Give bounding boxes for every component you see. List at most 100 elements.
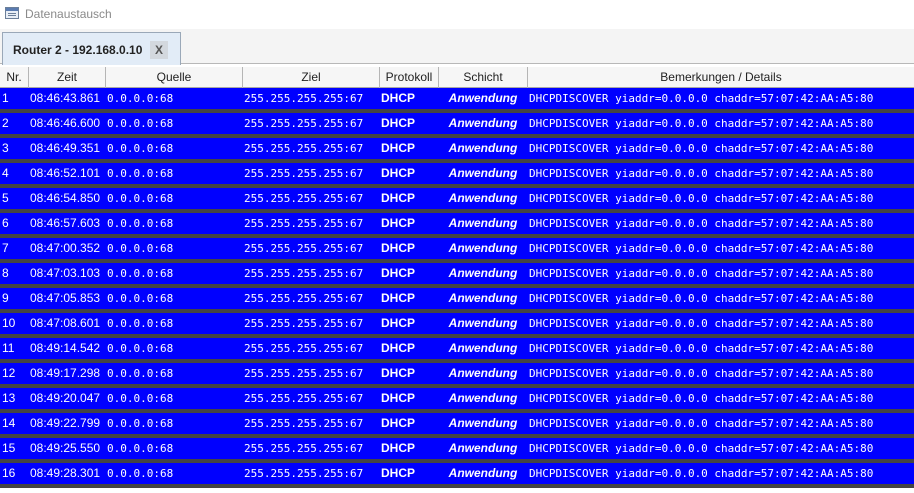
cell-zeit: 08:47:05.853 (30, 291, 101, 305)
cell-nr: 2 (2, 116, 9, 130)
cell-schicht: Anwendung (448, 316, 518, 330)
cell-protokoll: DHCP (381, 266, 416, 280)
table-row[interactable]: 12 08:49:17.298 0.0.0.0:68 255.255.255.255:… (0, 363, 914, 388)
cell-details: DHCPDISCOVER yiaddr=0.0.0.0 chaddr=57:07… (529, 342, 874, 355)
cell-details: DHCPDISCOVER yiaddr=0.0.0.0 chaddr=57:07… (529, 317, 874, 330)
cell-schicht: Anwendung (448, 266, 518, 280)
cell-nr: 12 (2, 366, 16, 380)
cell-nr: 3 (2, 141, 9, 155)
cell-protokoll: DHCP (381, 366, 416, 380)
cell-zeit: 08:46:54.850 (30, 191, 101, 205)
cell-quelle: 0.0.0.0:68 (107, 292, 174, 305)
cell-quelle: 0.0.0.0:68 (107, 117, 174, 130)
cell-zeit: 08:46:49.351 (30, 141, 101, 155)
table-header: Nr. Zeit Quelle Ziel Protokoll Schicht B… (0, 67, 914, 88)
cell-ziel: 255.255.255.255:67 (244, 342, 364, 355)
cell-ziel: 255.255.255.255:67 (244, 117, 364, 130)
cell-nr: 1 (2, 91, 9, 105)
close-tab-button[interactable]: X (150, 41, 168, 59)
cell-nr: 11 (2, 341, 15, 355)
column-header-details[interactable]: Bemerkungen / Details (528, 67, 914, 88)
column-header-zeit[interactable]: Zeit (29, 67, 106, 88)
cell-details: DHCPDISCOVER yiaddr=0.0.0.0 chaddr=57:07… (529, 117, 874, 130)
tab-router-2[interactable]: Router 2 - 192.168.0.10 X (2, 32, 181, 65)
cell-nr: 8 (2, 266, 9, 280)
table-row[interactable]: 2 08:46:46.600 0.0.0.0:68 255.255.255.255:6… (0, 113, 914, 138)
cell-schicht: Anwendung (448, 291, 518, 305)
cell-zeit: 08:46:57.603 (30, 216, 101, 230)
table-row[interactable]: 13 08:49:20.047 0.0.0.0:68 255.255.255.255:… (0, 388, 914, 413)
cell-protokoll: DHCP (381, 291, 416, 305)
table-body: 1 08:46:43.861 0.0.0.0:68 255.255.255.255:6… (0, 88, 914, 488)
table-row[interactable]: 3 08:46:49.351 0.0.0.0:68 255.255.255.255:6… (0, 138, 914, 163)
cell-nr: 16 (2, 466, 16, 480)
cell-protokoll: DHCP (381, 466, 416, 480)
table-row[interactable]: 11 08:49:14.542 0.0.0.0:68 255.255.255.255:… (0, 338, 914, 363)
cell-nr: 10 (2, 316, 16, 330)
column-header-nr[interactable]: Nr. (0, 67, 29, 88)
cell-ziel: 255.255.255.255:67 (244, 167, 364, 180)
cell-details: DHCPDISCOVER yiaddr=0.0.0.0 chaddr=57:07… (529, 442, 874, 455)
cell-zeit: 08:47:00.352 (30, 241, 101, 255)
cell-schicht: Anwendung (448, 141, 518, 155)
cell-ziel: 255.255.255.255:67 (244, 442, 364, 455)
cell-zeit: 08:49:17.298 (30, 366, 101, 380)
cell-schicht: Anwendung (448, 441, 518, 455)
cell-protokoll: DHCP (381, 391, 416, 405)
cell-details: DHCPDISCOVER yiaddr=0.0.0.0 chaddr=57:07… (529, 217, 874, 230)
cell-protokoll: DHCP (381, 91, 416, 105)
cell-ziel: 255.255.255.255:67 (244, 217, 364, 230)
column-header-ziel[interactable]: Ziel (243, 67, 380, 88)
cell-quelle: 0.0.0.0:68 (107, 417, 174, 430)
cell-quelle: 0.0.0.0:68 (107, 192, 174, 205)
table-row[interactable]: 5 08:46:54.850 0.0.0.0:68 255.255.255.255:6… (0, 188, 914, 213)
tab-label: Router 2 - 192.168.0.10 (13, 43, 143, 57)
cell-zeit: 08:47:03.103 (30, 266, 101, 280)
table-row[interactable]: 16 08:49:28.301 0.0.0.0:68 255.255.255.255:… (0, 463, 914, 488)
cell-ziel: 255.255.255.255:67 (244, 317, 364, 330)
cell-quelle: 0.0.0.0:68 (107, 167, 174, 180)
cell-ziel: 255.255.255.255:67 (244, 417, 364, 430)
table-row[interactable]: 1 08:46:43.861 0.0.0.0:68 255.255.255.255:6… (0, 88, 914, 113)
table-row[interactable]: 6 08:46:57.603 0.0.0.0:68 255.255.255.255:6… (0, 213, 914, 238)
cell-quelle: 0.0.0.0:68 (107, 367, 174, 380)
cell-nr: 5 (2, 191, 9, 205)
cell-ziel: 255.255.255.255:67 (244, 292, 364, 305)
table-row[interactable]: 9 08:47:05.853 0.0.0.0:68 255.255.255.255:6… (0, 288, 914, 313)
table-row[interactable]: 7 08:47:00.352 0.0.0.0:68 255.255.255.255:6… (0, 238, 914, 263)
cell-details: DHCPDISCOVER yiaddr=0.0.0.0 chaddr=57:07… (529, 142, 874, 155)
cell-schicht: Anwendung (448, 116, 518, 130)
column-header-quelle[interactable]: Quelle (106, 67, 243, 88)
cell-zeit: 08:49:20.047 (30, 391, 101, 405)
cell-details: DHCPDISCOVER yiaddr=0.0.0.0 chaddr=57:07… (529, 242, 874, 255)
cell-quelle: 0.0.0.0:68 (107, 217, 174, 230)
table-row[interactable]: 4 08:46:52.101 0.0.0.0:68 255.255.255.255:6… (0, 163, 914, 188)
cell-protokoll: DHCP (381, 441, 416, 455)
cell-ziel: 255.255.255.255:67 (244, 92, 364, 105)
cell-ziel: 255.255.255.255:67 (244, 242, 364, 255)
column-header-schicht[interactable]: Schicht (439, 67, 528, 88)
cell-schicht: Anwendung (448, 191, 518, 205)
table-row[interactable]: 15 08:49:25.550 0.0.0.0:68 255.255.255.255:… (0, 438, 914, 463)
cell-ziel: 255.255.255.255:67 (244, 367, 364, 380)
cell-protokoll: DHCP (381, 416, 416, 430)
cell-zeit: 08:46:43.861 (30, 91, 101, 105)
table-row[interactable]: 10 08:47:08.601 0.0.0.0:68 255.255.255.255:… (0, 313, 914, 338)
cell-quelle: 0.0.0.0:68 (107, 92, 174, 105)
cell-ziel: 255.255.255.255:67 (244, 467, 364, 480)
cell-schicht: Anwendung (448, 341, 518, 355)
cell-ziel: 255.255.255.255:67 (244, 392, 364, 405)
window-icon (5, 7, 19, 19)
table-row[interactable]: 14 08:49:22.799 0.0.0.0:68 255.255.255.255:… (0, 413, 914, 438)
cell-schicht: Anwendung (448, 366, 518, 380)
cell-nr: 6 (2, 216, 9, 230)
cell-protokoll: DHCP (381, 116, 416, 130)
table-row[interactable]: 8 08:47:03.103 0.0.0.0:68 255.255.255.255:6… (0, 263, 914, 288)
cell-quelle: 0.0.0.0:68 (107, 317, 174, 330)
column-header-protokoll[interactable]: Protokoll (380, 67, 439, 88)
cell-zeit: 08:49:25.550 (30, 441, 101, 455)
cell-protokoll: DHCP (381, 166, 416, 180)
cell-zeit: 08:49:22.799 (30, 416, 101, 430)
cell-ziel: 255.255.255.255:67 (244, 267, 364, 280)
cell-zeit: 08:49:14.542 (30, 341, 101, 355)
